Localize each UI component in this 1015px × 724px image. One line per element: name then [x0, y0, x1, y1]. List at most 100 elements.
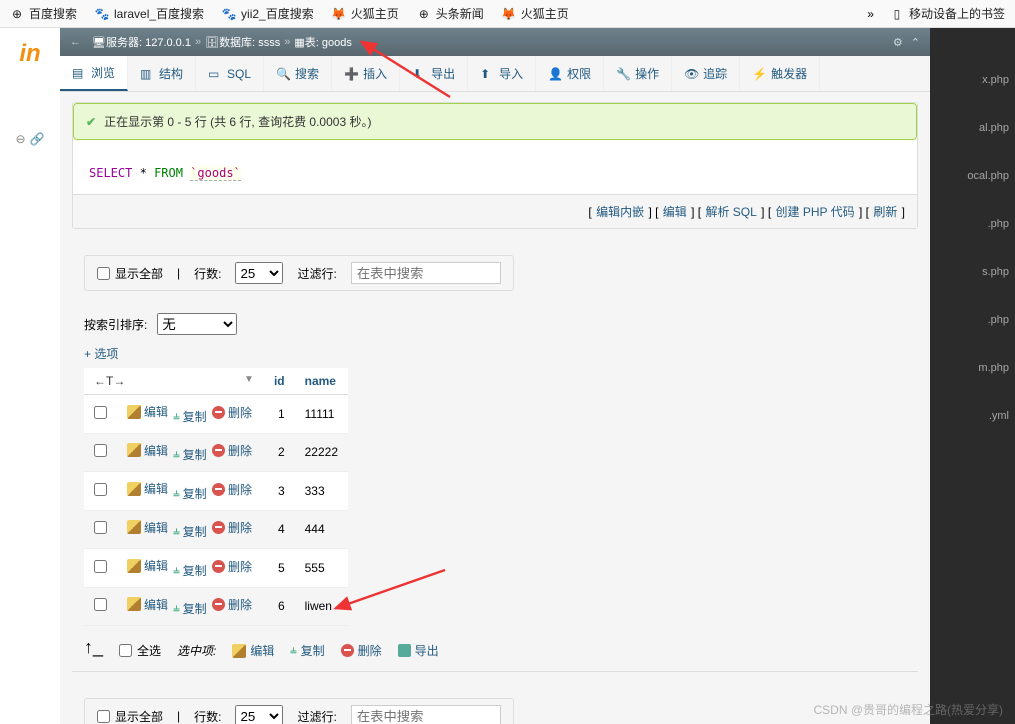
delete-icon [212, 483, 225, 496]
tab-triggers[interactable]: ⚡触发器 [740, 56, 820, 91]
action-php[interactable]: 创建 PHP 代码 [776, 205, 855, 219]
selected-label: 选中项: [177, 642, 216, 659]
row-delete[interactable]: 删除 [212, 404, 252, 421]
breadcrumb-table[interactable]: 表: goods [305, 34, 352, 50]
delete-icon [212, 521, 225, 534]
row-delete[interactable]: 删除 [212, 519, 252, 536]
copy-icon: ⫨ [173, 525, 179, 538]
collapse-icon[interactable]: ← [70, 36, 86, 48]
cell-name: 22222 [295, 433, 348, 472]
copy-icon: ⫨ [290, 644, 296, 657]
row-edit[interactable]: 编辑 [127, 403, 168, 420]
breadcrumb: ← 🖥 服务器: 127.0.0.1 » 🗄 数据库: ssss » ▦ 表: … [60, 28, 930, 56]
row-edit[interactable]: 编辑 [127, 596, 168, 613]
bookmark-item[interactable]: 🐾laravel_百度搜索 [95, 5, 204, 22]
firefox-icon: 🦊 [332, 7, 346, 21]
bookmark-item[interactable]: ⊕百度搜索 [10, 5, 77, 22]
options-link[interactable]: + 选项 [72, 337, 918, 368]
edit-icon [127, 559, 141, 573]
edit-icon [127, 520, 141, 534]
row-delete[interactable]: 删除 [212, 596, 252, 613]
bulk-copy[interactable]: ⫨复制 [290, 642, 324, 659]
cell-name: 333 [295, 472, 348, 511]
collapse-up-icon[interactable]: ⌃ [911, 36, 920, 49]
action-refresh[interactable]: 刷新 [873, 205, 897, 219]
tab-insert[interactable]: ➕插入 [332, 56, 400, 91]
action-inline-edit[interactable]: 编辑内嵌 [596, 205, 644, 219]
rows-select-2[interactable]: 25 [235, 705, 283, 724]
row-edit[interactable]: 编辑 [127, 480, 168, 497]
bookmark-item[interactable]: 🐾yii2_百度搜索 [222, 5, 314, 22]
tab-tracking[interactable]: 👁追踪 [672, 56, 740, 91]
filter-input-2[interactable] [351, 705, 501, 724]
row-edit[interactable]: 编辑 [127, 519, 168, 536]
globe-icon: ⊕ [10, 7, 24, 21]
breadcrumb-server[interactable]: 服务器: 127.0.0.1 [106, 34, 191, 50]
row-copy[interactable]: ⫨复制 [173, 485, 206, 502]
edit-icon [127, 597, 141, 611]
action-explain[interactable]: 解析 SQL [705, 205, 756, 219]
cell-id: 5 [264, 549, 295, 588]
sort-select[interactable]: 无 [157, 313, 237, 335]
tab-browse[interactable]: ▤浏览 [60, 56, 128, 91]
firefox-icon: 🦊 [502, 7, 516, 21]
row-delete[interactable]: 删除 [212, 558, 252, 575]
row-copy[interactable]: ⫨复制 [173, 600, 206, 617]
bookmark-item[interactable]: ⊕头条新闻 [417, 5, 484, 22]
show-all-checkbox[interactable] [97, 267, 110, 280]
row-checkbox[interactable] [94, 598, 107, 611]
row-checkbox[interactable] [94, 444, 107, 457]
row-edit[interactable]: 编辑 [127, 442, 168, 459]
row-checkbox[interactable] [94, 560, 107, 573]
tab-structure[interactable]: ▥结构 [128, 56, 196, 91]
table-row: 编辑 ⫨复制 删除 1 11111 [84, 395, 348, 434]
row-checkbox[interactable] [94, 483, 107, 496]
action-edit[interactable]: 编辑 [663, 205, 687, 219]
breadcrumb-database[interactable]: 数据库: ssss [219, 34, 280, 50]
background-file-panel: x.php al.php ocal.php .php s.php .php m.… [930, 28, 1015, 724]
row-edit[interactable]: 编辑 [127, 557, 168, 574]
row-copy[interactable]: ⫨复制 [173, 562, 206, 579]
bulk-edit[interactable]: 编辑 [232, 642, 274, 659]
bulk-export[interactable]: 导出 [398, 642, 439, 659]
gear-icon[interactable]: ⚙ [893, 36, 903, 49]
show-all-label: 显示全部 [115, 265, 163, 282]
rows-select[interactable]: 25 [235, 262, 283, 284]
bulk-delete[interactable]: 删除 [341, 642, 382, 659]
copy-icon: ⫨ [173, 602, 179, 615]
bookmark-item[interactable]: 🦊火狐主页 [502, 5, 569, 22]
tab-sql[interactable]: ▭SQL [196, 56, 264, 91]
row-copy[interactable]: ⫨复制 [173, 446, 206, 463]
bookmark-item[interactable]: 🦊火狐主页 [332, 5, 399, 22]
link-icon[interactable]: 🔗 [30, 132, 45, 146]
tracking-icon: 👁 [684, 67, 698, 81]
row-delete[interactable]: 删除 [212, 481, 252, 498]
edit-icon [127, 482, 141, 496]
col-id[interactable]: id [264, 368, 295, 395]
cell-id: 1 [264, 395, 295, 434]
overflow-icon[interactable]: » [867, 7, 874, 21]
cell-id: 3 [264, 472, 295, 511]
bookmarks-bar: ⊕百度搜索 🐾laravel_百度搜索 🐾yii2_百度搜索 🦊火狐主页 ⊕头条… [0, 0, 1015, 28]
delete-icon [212, 444, 225, 457]
tab-export[interactable]: ⬇导出 [400, 56, 468, 91]
filter-input[interactable] [351, 262, 501, 284]
cell-id: 2 [264, 433, 295, 472]
mobile-bookmarks[interactable]: ▯移动设备上的书签 [890, 5, 1005, 22]
tab-operations[interactable]: 🔧操作 [604, 56, 672, 91]
row-checkbox[interactable] [94, 521, 107, 534]
show-all-checkbox-2[interactable] [97, 710, 110, 723]
tab-privileges[interactable]: 👤权限 [536, 56, 604, 91]
select-all-checkbox[interactable] [119, 644, 132, 657]
row-copy[interactable]: ⫨复制 [173, 523, 206, 540]
tab-search[interactable]: 🔍搜索 [264, 56, 332, 91]
sql-actions: [ 编辑内嵌 ] [ 编辑 ] [ 解析 SQL ] [ 创建 PHP 代码 ]… [73, 194, 917, 228]
minus-icon[interactable]: ⊖ [15, 132, 25, 146]
col-name[interactable]: name [295, 368, 348, 395]
logo-icon: in [19, 40, 40, 68]
row-copy[interactable]: ⫨复制 [173, 408, 206, 425]
table-row: 编辑 ⫨复制 删除 6 liwen [84, 587, 348, 626]
tab-import[interactable]: ⬆导入 [468, 56, 536, 91]
row-checkbox[interactable] [94, 406, 107, 419]
row-delete[interactable]: 删除 [212, 442, 252, 459]
